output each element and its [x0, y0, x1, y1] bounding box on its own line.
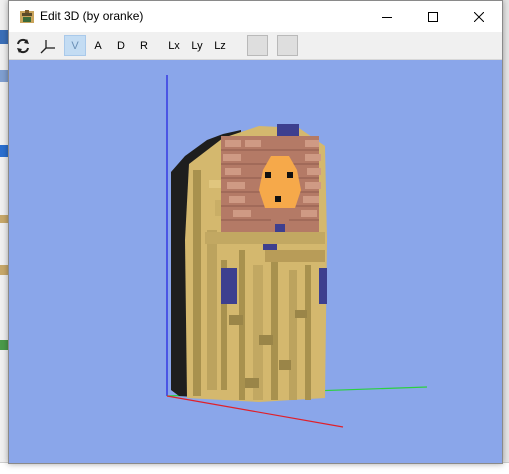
axes-button[interactable]: [37, 35, 59, 56]
light-y-button[interactable]: Ly: [186, 35, 208, 56]
minimize-icon: [382, 16, 392, 18]
light-x-button[interactable]: Lx: [163, 35, 185, 56]
close-button[interactable]: [456, 1, 502, 32]
maximize-button[interactable]: [410, 1, 456, 32]
maximize-icon: [428, 11, 438, 22]
background-app-icon: [0, 30, 8, 44]
background-app-icon: [0, 340, 8, 350]
view-r-button[interactable]: R: [134, 35, 154, 56]
voxel-model: [171, 124, 327, 402]
background-app-icon: [0, 265, 8, 275]
background-app-icon: [0, 145, 8, 157]
3d-viewport[interactable]: [9, 60, 502, 463]
view-v-button[interactable]: V: [64, 35, 86, 56]
title-bar[interactable]: Edit 3D (by oranke): [9, 1, 502, 32]
light-z-button[interactable]: Lz: [209, 35, 231, 56]
close-icon: [474, 11, 484, 22]
background-app-icon: [0, 70, 8, 82]
color-swatch-1[interactable]: [247, 35, 268, 56]
minimize-button[interactable]: [364, 1, 410, 32]
edit3d-window: Edit 3D (by oranke) V A D R Lx Ly Lz: [8, 0, 503, 464]
color-swatch-2[interactable]: [277, 35, 298, 56]
toolbar: V A D R Lx Ly Lz: [9, 32, 502, 60]
view-d-button[interactable]: D: [111, 35, 131, 56]
window-title: Edit 3D (by oranke): [40, 9, 144, 23]
axes-icon: [40, 39, 55, 53]
view-a-button[interactable]: A: [88, 35, 108, 56]
app-icon: [19, 9, 35, 25]
background-app-icon: [0, 215, 8, 223]
rotate-arrows-icon: [17, 38, 29, 53]
refresh-button[interactable]: [13, 35, 33, 56]
